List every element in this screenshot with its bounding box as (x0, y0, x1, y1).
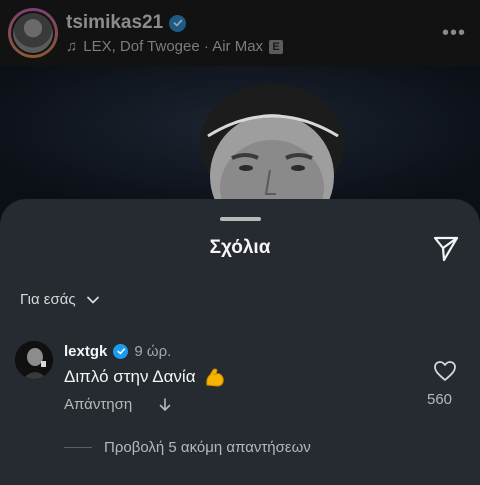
filter-label: Για εσάς (20, 291, 76, 308)
comment-text: Διπλό στην Δανία (64, 367, 196, 386)
comments-sheet: Σχόλια Για εσάς lextgk 9 ώρ. Διπλό στην … (0, 199, 480, 485)
view-more-replies-button[interactable]: Προβολή 5 ακόμη απαντήσεων (64, 439, 311, 456)
post-image (0, 66, 480, 216)
post-username-label: tsimikas21 (66, 12, 164, 33)
avatar-image (13, 13, 53, 53)
comment-actions: Απάντηση (64, 396, 172, 413)
sheet-title: Σχόλια (209, 237, 271, 258)
replies-divider (64, 447, 92, 448)
flexed-biceps-emoji (205, 368, 224, 387)
like-count: 560 (427, 391, 453, 408)
verified-badge-icon (113, 344, 129, 359)
send-icon[interactable] (432, 234, 460, 262)
chevron-down-icon (86, 296, 99, 303)
story-avatar[interactable] (8, 8, 58, 58)
post-music[interactable]: ♫ LEX, Dof Twogee · Air Max E (66, 38, 284, 55)
comment-timestamp: 9 ώρ. (134, 343, 172, 360)
view-replies-label: Προβολή 5 ακόμη απαντήσεων (104, 439, 311, 456)
post-author[interactable]: tsimikas21 (66, 12, 187, 34)
screen: tsimikas21 ♫ LEX, Dof Twogee · Air Max E… (0, 0, 480, 485)
reply-button[interactable]: Απάντηση (64, 396, 132, 413)
sheet-grabber[interactable] (220, 217, 261, 221)
music-note-icon: ♫ (66, 38, 78, 55)
music-label: LEX, Dof Twogee · Air Max (83, 38, 264, 55)
comment-avatar[interactable] (15, 341, 53, 379)
comment-header: lextgk 9 ώρ. (64, 343, 171, 360)
verified-badge-icon (169, 14, 187, 32)
arrow-down-icon[interactable] (158, 397, 172, 413)
explicit-badge: E (269, 39, 284, 54)
comment-username[interactable]: lextgk (64, 343, 107, 360)
comment-sort-filter[interactable]: Για εσάς (20, 291, 100, 308)
more-options-icon[interactable]: ••• (442, 22, 466, 45)
post-photo-illustration (0, 66, 480, 216)
post-header: tsimikas21 ♫ LEX, Dof Twogee · Air Max E… (0, 0, 480, 66)
avatar-image (15, 341, 53, 379)
comment-body: Διπλό στην Δανία (64, 366, 226, 388)
heart-icon[interactable] (433, 360, 457, 382)
